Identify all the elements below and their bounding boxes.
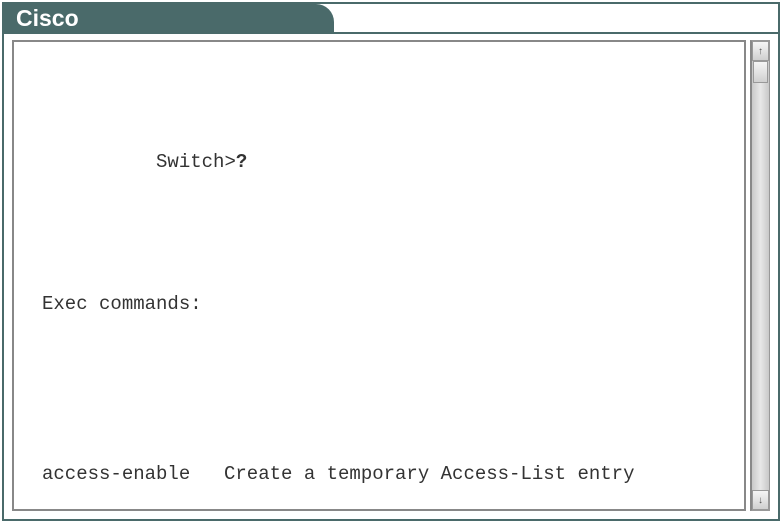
arrow-up-icon: ↑	[758, 46, 763, 57]
prompt: Switch>	[156, 151, 236, 173]
scroll-down-button[interactable]: ↓	[752, 490, 769, 510]
scroll-thumb[interactable]	[753, 61, 768, 83]
terminal-output[interactable]: Switch>? Exec commands: access-enable Cr…	[12, 40, 746, 511]
command-row: access-enable Create a temporary Access-…	[42, 460, 736, 489]
arrow-down-icon: ↓	[758, 495, 763, 506]
content-area: Switch>? Exec commands: access-enable Cr…	[8, 36, 774, 515]
section-header: Exec commands:	[42, 290, 736, 319]
scroll-up-button[interactable]: ↑	[752, 41, 769, 61]
vertical-scrollbar[interactable]: ↑ ↓	[750, 40, 770, 511]
scroll-track[interactable]	[752, 61, 769, 490]
command-list: access-enable Create a temporary Access-…	[42, 403, 736, 511]
command-name: access-enable	[42, 460, 224, 489]
prompt-line: Switch>?	[42, 119, 736, 205]
titlebar: Cisco	[4, 4, 778, 34]
window-title: Cisco	[16, 5, 79, 32]
user-input: ?	[236, 151, 247, 173]
command-desc: Create a temporary Access-List entry	[224, 460, 736, 489]
cisco-terminal-window: Cisco Switch>? Exec commands: access-ena…	[2, 2, 780, 521]
